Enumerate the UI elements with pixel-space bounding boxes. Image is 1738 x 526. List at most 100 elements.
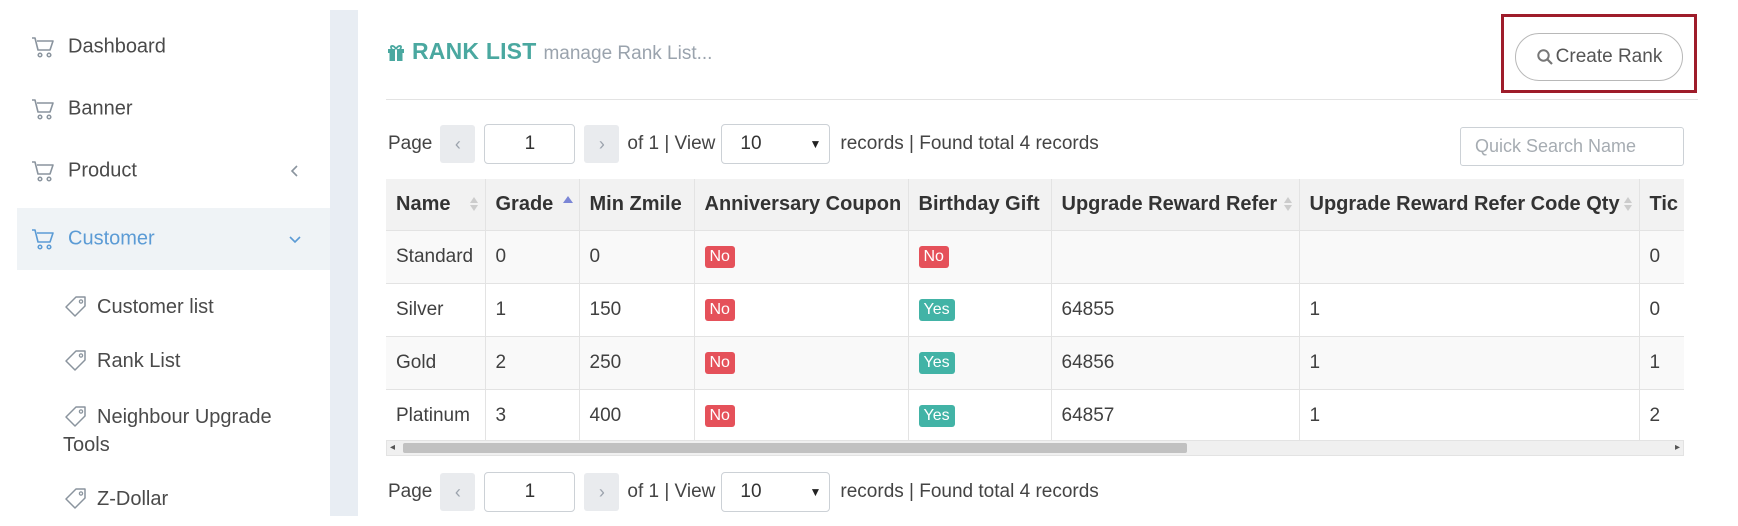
status-badge: Yes [918,352,955,374]
cell-tic: 0 [1639,229,1684,283]
sidebar-subitem-z-dollar[interactable]: Z-Dollar [45,485,305,513]
prev-page-button[interactable]: ‹ [440,125,476,163]
cell-birthday: Yes [908,282,1052,336]
cell-anniversary: No [694,335,909,389]
sidebar-item-label: Product [68,159,137,182]
rank-table-container: Name Grade Min Zmile Anniversary Coupon … [386,179,1684,440]
cell-refer: 64855 [1051,282,1300,336]
cell-tic: 2 [1639,388,1684,440]
cell-refer-qty: 1 [1299,335,1640,389]
column-header-birthday-gift[interactable]: Birthday Gift [908,179,1052,230]
sidebar-divider [330,10,358,516]
table-header-row: Name Grade Min Zmile Anniversary Coupon … [386,179,1684,230]
records-text: records | Found total 4 records [840,481,1099,502]
cell-refer-qty [1299,229,1640,283]
view-count-select[interactable]: 10 ▼ [721,124,831,164]
next-page-button[interactable]: › [584,473,620,511]
page-subtitle: manage Rank List... [543,43,713,64]
page-title: RANK LIST [412,38,537,64]
cell-min-zmile: 0 [579,229,695,283]
sort-icon [1283,197,1292,212]
sidebar-subitem-customer-list[interactable]: Customer list [45,293,305,321]
sidebar-item-banner[interactable]: Banner [17,78,330,140]
cell-min-zmile: 400 [579,388,695,440]
cell-name: Standard [386,229,486,283]
cell-name: Gold [386,335,486,389]
column-header-upgrade-reward-refer-code-qty[interactable]: Upgrade Reward Refer Code Qty [1299,179,1640,230]
cart-icon [32,99,54,120]
view-count-value: 10 [740,133,762,154]
cell-tic: 1 [1639,335,1684,389]
status-badge: Yes [918,299,955,321]
chevron-left-icon [290,165,298,177]
caret-down-icon: ▼ [809,485,822,499]
cell-name: Silver [386,282,486,336]
scroll-right-icon[interactable]: ▸ [1675,442,1680,453]
records-text: records | Found total 4 records [840,133,1099,154]
column-header-grade[interactable]: Grade [485,179,580,230]
column-header-tic[interactable]: Tic [1639,179,1684,230]
page-label: Page [388,481,433,502]
table-row: Standard 0 0 No No 0 [386,229,1684,283]
status-badge: Yes [918,405,955,428]
cell-grade: 0 [485,229,580,283]
sidebar-subitem-rank-list[interactable]: Rank List [45,347,305,375]
rank-table: Name Grade Min Zmile Anniversary Coupon … [386,179,1684,440]
table-row: Gold 2 250 No Yes 64856 1 1 [386,335,1684,389]
page-number-input[interactable]: 1 [484,124,576,164]
status-badge: No [704,352,735,374]
table-row: Platinum 3 400 No Yes 64857 1 2 [386,388,1684,440]
sidebar-item-product[interactable]: Product [17,140,330,202]
cell-min-zmile: 150 [579,282,695,336]
cell-name: Platinum [386,388,486,440]
status-badge: No [704,405,735,428]
cell-refer: 64857 [1051,388,1300,440]
create-rank-button[interactable]: Create Rank [1515,33,1683,81]
page-label: Page [388,133,433,154]
of-pages-text: of 1 | View [627,133,716,154]
scrollbar-thumb[interactable] [403,443,1187,453]
sidebar: Dashboard Banner Product Customer Custom… [17,0,330,516]
sort-icon [1623,197,1632,212]
column-header-anniversary-coupon[interactable]: Anniversary Coupon [694,179,909,230]
chevron-down-icon [289,236,301,244]
cell-refer-qty: 1 [1299,282,1640,336]
page-header: RANK LIST manage Rank List... [386,38,712,65]
cart-icon [32,229,54,250]
cell-anniversary: No [694,229,909,283]
tag-icon [65,488,86,509]
sidebar-item-label: Banner [68,97,133,120]
quick-search-input[interactable] [1460,127,1684,166]
caret-down-icon: ▼ [809,137,822,151]
tag-icon [65,406,86,427]
sidebar-subitem-label-cont: Tools [63,434,110,456]
cart-icon [32,37,54,58]
column-header-min-zmile[interactable]: Min Zmile [579,179,695,230]
sidebar-subitem-neighbour-upgrade-tools[interactable]: Neighbour Upgrade Tools [45,403,305,459]
tag-icon [65,296,86,317]
scroll-left-icon[interactable]: ◂ [390,442,395,453]
header-divider [386,99,1698,100]
cell-grade: 1 [485,282,580,336]
table-row: Silver 1 150 No Yes 64855 1 0 [386,282,1684,336]
horizontal-scrollbar[interactable]: ◂ ▸ [386,440,1684,456]
create-rank-label: Create Rank [1555,46,1663,67]
page-number-input[interactable]: 1 [484,472,576,512]
prev-page-button[interactable]: ‹ [440,473,476,511]
sidebar-item-dashboard[interactable]: Dashboard [17,16,330,78]
cell-grade: 2 [485,335,580,389]
column-header-upgrade-reward-refer[interactable]: Upgrade Reward Refer [1051,179,1300,230]
column-header-name[interactable]: Name [386,179,486,230]
cell-refer [1051,229,1300,283]
cell-birthday: Yes [908,388,1052,440]
cell-anniversary: No [694,388,909,440]
cart-icon [32,161,54,182]
next-page-button[interactable]: › [584,125,620,163]
pagination-top: Page ‹ 1 › of 1 | View 10 ▼ records | Fo… [386,124,1101,164]
cell-min-zmile: 250 [579,335,695,389]
cell-birthday: No [908,229,1052,283]
cell-refer: 64856 [1051,335,1300,389]
view-count-select[interactable]: 10 ▼ [721,472,831,512]
sidebar-item-customer[interactable]: Customer [17,208,330,270]
of-pages-text: of 1 | View [627,481,716,502]
